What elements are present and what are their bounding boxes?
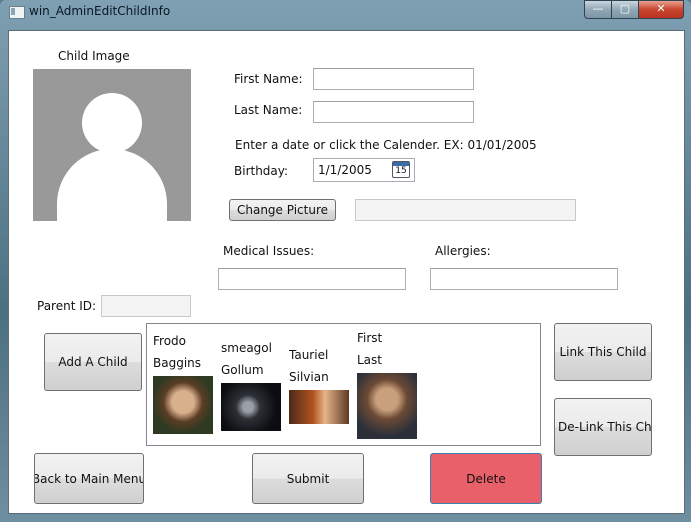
delete-button[interactable]: Delete [430, 453, 542, 504]
calendar-day-number: 15 [395, 166, 407, 176]
calendar-icon[interactable]: 15 [392, 161, 410, 178]
child-item-smeagol[interactable]: smeagol Gollum [221, 337, 281, 431]
child-last-name: Baggins [153, 356, 202, 370]
child-item-tauriel[interactable]: Tauriel Silvian [289, 344, 349, 424]
birthday-date-picker[interactable]: 1/1/2005 15 [313, 158, 415, 182]
birthday-label: Birthday: [234, 164, 289, 178]
change-picture-button[interactable]: Change Picture [229, 199, 336, 221]
medical-issues-label: Medical Issues: [223, 244, 315, 258]
caption-buttons: — ▢ ✕ [584, 0, 684, 19]
child-first-name: Tauriel [289, 348, 329, 362]
link-child-button[interactable]: Link This Child [554, 323, 652, 381]
child-first-name: smeagol [221, 341, 272, 355]
allergies-label: Allergies: [435, 244, 491, 258]
title-bar[interactable]: win_AdminEditChildInfo — ▢ ✕ [0, 0, 691, 24]
maximize-button[interactable]: ▢ [612, 0, 639, 19]
last-name-label: Last Name: [234, 103, 303, 117]
child-item-first-last[interactable]: First Last [357, 327, 417, 439]
picture-path-field [355, 199, 576, 221]
medical-issues-field[interactable] [218, 268, 406, 290]
child-photo-smeagol [221, 383, 281, 431]
back-to-main-menu-button[interactable]: Back to Main Menu [34, 453, 144, 504]
date-hint-text: Enter a date or click the Calender. EX: … [235, 138, 537, 152]
child-photo-first-last [357, 373, 417, 439]
parent-id-label: Parent ID: [37, 299, 97, 313]
birthday-value: 1/1/2005 [318, 163, 372, 177]
children-list: Frodo Baggins smeagol Gollum Tauriel Sil… [146, 323, 541, 446]
add-child-button[interactable]: Add A Child [44, 333, 142, 391]
child-image-placeholder [33, 69, 191, 221]
minimize-button[interactable]: — [584, 0, 612, 19]
first-name-field[interactable] [313, 68, 474, 90]
window-icon [9, 6, 25, 19]
client-area: Child Image First Name: Last Name: Enter… [8, 30, 685, 514]
avatar-body-shape [57, 149, 167, 221]
last-name-field[interactable] [313, 101, 474, 123]
child-last-name: Gollum [221, 363, 264, 377]
close-button[interactable]: ✕ [639, 0, 684, 19]
submit-button[interactable]: Submit [252, 453, 364, 504]
child-first-name: Frodo [153, 334, 186, 348]
delink-child-button[interactable]: De-Link This Child [554, 398, 652, 456]
child-image-label: Child Image [58, 49, 130, 63]
child-last-name: Silvian [289, 370, 329, 384]
allergies-field[interactable] [430, 268, 618, 290]
child-photo-tauriel [289, 390, 349, 424]
window-title: win_AdminEditChildInfo [29, 4, 171, 18]
child-last-name: Last [357, 353, 382, 367]
parent-id-field [101, 295, 191, 317]
avatar-head-shape [82, 93, 142, 153]
child-photo-frodo [153, 376, 213, 434]
child-first-name: First [357, 331, 383, 345]
child-item-frodo[interactable]: Frodo Baggins [153, 330, 213, 434]
app-window: win_AdminEditChildInfo — ▢ ✕ Child Image… [0, 0, 691, 522]
first-name-label: First Name: [234, 72, 303, 86]
